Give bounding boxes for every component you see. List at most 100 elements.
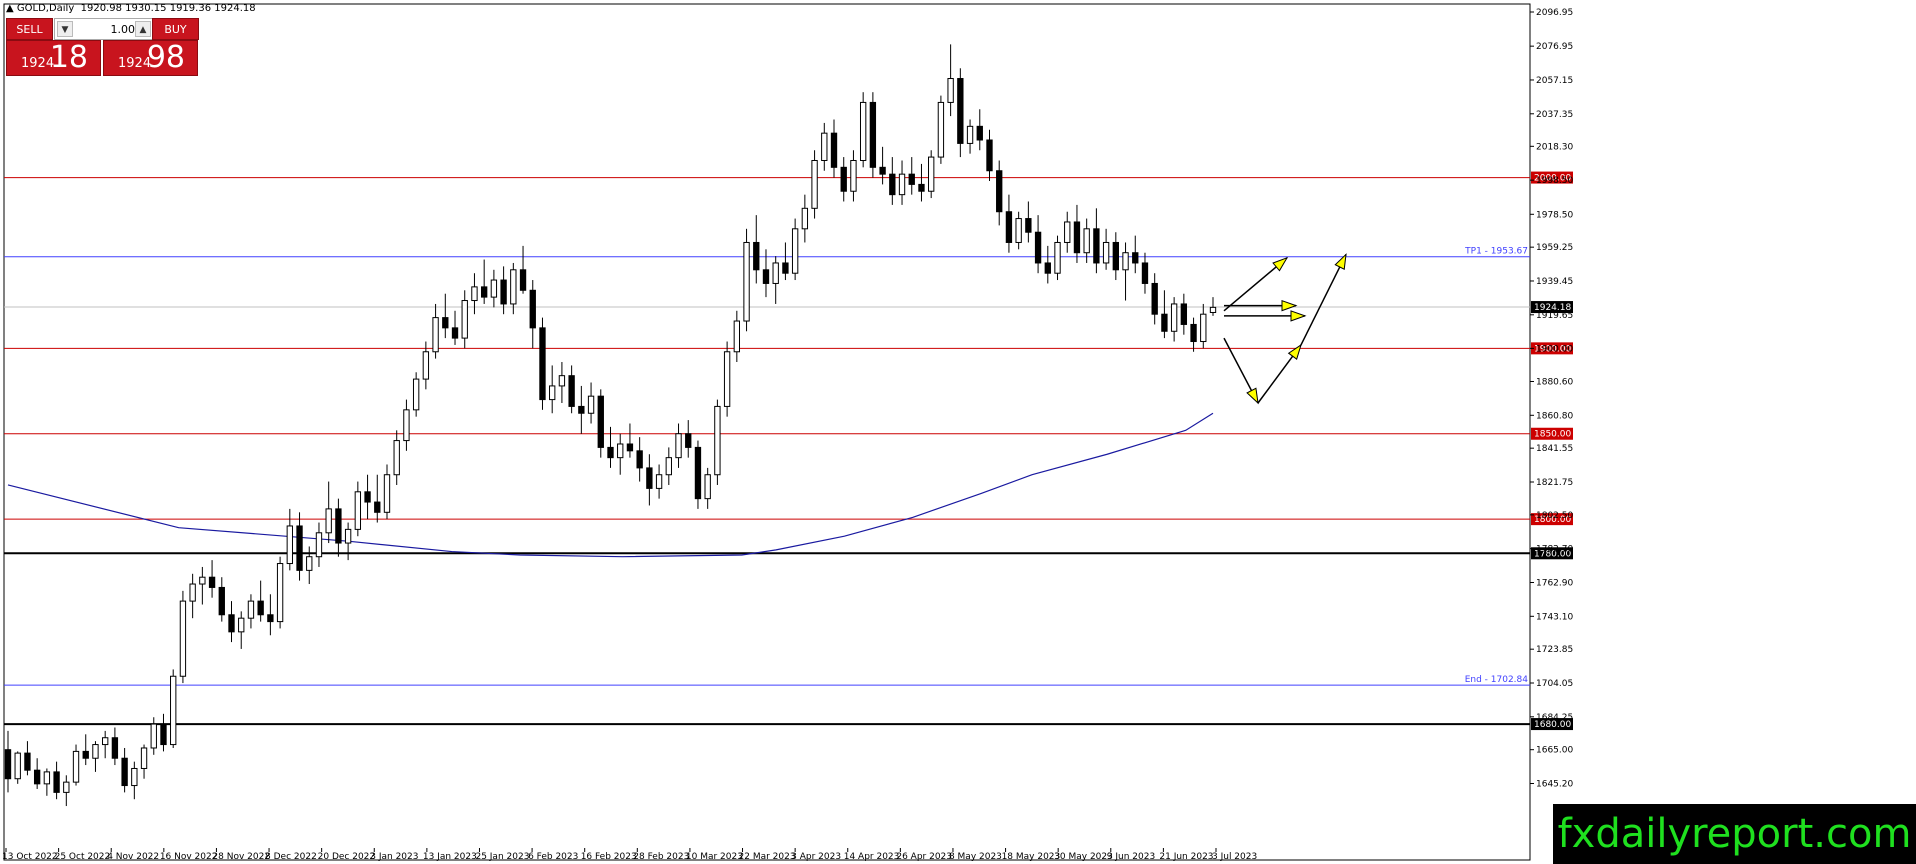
x-tick-label: 14 Apr 2023 — [844, 852, 900, 862]
bull-candle-body — [549, 385, 556, 401]
bear-candle-body — [500, 279, 507, 305]
bear-candle-body — [208, 576, 216, 588]
bull-candle-body — [723, 351, 731, 407]
buy-button[interactable]: BUY — [152, 18, 199, 40]
bear-candle-body — [1034, 231, 1042, 264]
bull-candle-body — [325, 508, 332, 534]
bull-candle-body — [937, 101, 945, 158]
lot-size-input[interactable] — [75, 21, 137, 37]
bull-candle-body — [247, 600, 255, 619]
bull-candle-body — [1015, 218, 1022, 243]
bear-candle-body — [1112, 241, 1119, 271]
bull-candle-body — [306, 556, 313, 571]
chart-title: ▲ GOLD,Daily 1920.98 1930.15 1919.36 192… — [6, 3, 256, 14]
bull-candle-body — [714, 405, 721, 476]
bull-candle-body — [393, 440, 400, 476]
site-logo: fxdailyreport.com — [1553, 804, 1916, 864]
x-tick-label: 8 Dec 2022 — [265, 852, 317, 862]
y-tick-label: 2018.30 — [1536, 142, 1573, 152]
bull-candle-body — [1170, 303, 1178, 332]
bull-candle-body — [92, 744, 99, 759]
bull-candle-body — [928, 156, 935, 192]
x-tick-label: 20 Dec 2022 — [318, 852, 376, 862]
bear-candle-body — [1180, 303, 1188, 325]
bull-candle-body — [461, 300, 468, 339]
bear-candle-body — [986, 139, 993, 172]
y-tick-label: 1880.60 — [1536, 377, 1573, 387]
x-tick-label: 18 May 2023 — [1002, 852, 1061, 862]
candle — [714, 399, 721, 485]
bear-candle-body — [519, 269, 527, 291]
bear-candle-body — [33, 769, 41, 785]
x-tick-label: 8 May 2023 — [949, 852, 1002, 862]
bear-candle-body — [24, 752, 31, 771]
bear-candle-body — [257, 600, 264, 616]
x-tick-label: 3 Jul 2023 — [1212, 852, 1257, 862]
candle — [179, 590, 187, 684]
bear-candle-body — [1190, 323, 1197, 343]
bull-candle-body — [43, 771, 51, 785]
level-label: End - 1702.84 — [1465, 675, 1529, 685]
bull-candle-body — [1083, 228, 1090, 254]
candle — [928, 150, 935, 199]
y-tick-label: 2076.95 — [1536, 42, 1573, 52]
x-tick-label: 3 Jan 2023 — [370, 852, 418, 862]
bear-candle-body — [762, 269, 770, 284]
bear-candle-body — [529, 289, 536, 329]
bear-candle-body — [1132, 252, 1139, 264]
bull-candle-body — [558, 375, 566, 387]
low-value: 1919.36 — [169, 3, 212, 14]
candle — [412, 372, 420, 417]
lot-increase-icon[interactable]: ▲ — [135, 21, 151, 37]
bull-candle-body — [471, 286, 478, 302]
bear-candle-body — [889, 173, 896, 196]
y-tick-label: 2057.15 — [1536, 76, 1573, 86]
bull-candle-body — [150, 723, 157, 749]
bull-candle-body — [821, 132, 828, 161]
lot-size-control: ▼ ▲ — [54, 18, 154, 40]
bear-candle-body — [1073, 221, 1081, 254]
bull-candle-body — [199, 576, 206, 585]
y-tick-label: 1919.65 — [1536, 311, 1573, 321]
sell-price[interactable]: 1924 18 — [6, 40, 101, 76]
bull-candle-body — [898, 173, 906, 196]
x-tick-label: 3 Apr 2023 — [791, 852, 841, 862]
y-tick-label: 1743.10 — [1536, 612, 1573, 622]
bull-candle-body — [238, 617, 245, 633]
y-tick-label: 1665.00 — [1536, 746, 1573, 756]
price-chart[interactable]: 2000.00TP1 - 1953.671924.181900.001850.0… — [0, 0, 1916, 864]
bull-candle-body — [102, 737, 109, 746]
y-tick-label: 1860.80 — [1536, 411, 1573, 421]
bear-candle-body — [267, 614, 274, 623]
bull-candle-body — [966, 125, 974, 144]
x-tick-label: 10 Mar 2023 — [686, 852, 743, 862]
candle — [743, 228, 750, 332]
open-value: 1920.98 — [80, 3, 122, 14]
candle — [869, 92, 877, 178]
bull-candle-body — [383, 474, 391, 513]
sell-button[interactable]: SELL — [6, 18, 53, 40]
bull-candle-body — [1102, 241, 1110, 264]
lot-decrease-icon[interactable]: ▼ — [57, 21, 73, 37]
x-tick-label: 16 Feb 2023 — [581, 852, 637, 862]
bear-candle-body — [1025, 218, 1032, 233]
candle — [14, 751, 21, 784]
bear-candle-body — [82, 750, 89, 759]
bull-candle-body — [1200, 313, 1207, 343]
bull-candle-body — [140, 747, 148, 769]
x-tick-label: 13 Oct 2022 — [2, 852, 58, 862]
bear-candle-body — [957, 78, 964, 144]
bear-candle-body — [1151, 282, 1158, 315]
bull-candle-body — [655, 474, 663, 489]
y-tick-label: 1959.25 — [1536, 243, 1573, 253]
collapse-icon[interactable]: ▲ — [6, 3, 17, 14]
bear-candle-body — [374, 501, 381, 513]
bear-candle-body — [442, 317, 449, 329]
candle — [723, 341, 731, 417]
x-tick-label: 4 Nov 2022 — [107, 852, 159, 862]
buy-price[interactable]: 1924 98 — [103, 40, 198, 76]
bull-candle-body — [801, 207, 809, 230]
y-tick-label: 1645.20 — [1536, 780, 1573, 790]
bull-candle-body — [617, 443, 624, 459]
x-tick-label: 28 Feb 2023 — [633, 852, 689, 862]
